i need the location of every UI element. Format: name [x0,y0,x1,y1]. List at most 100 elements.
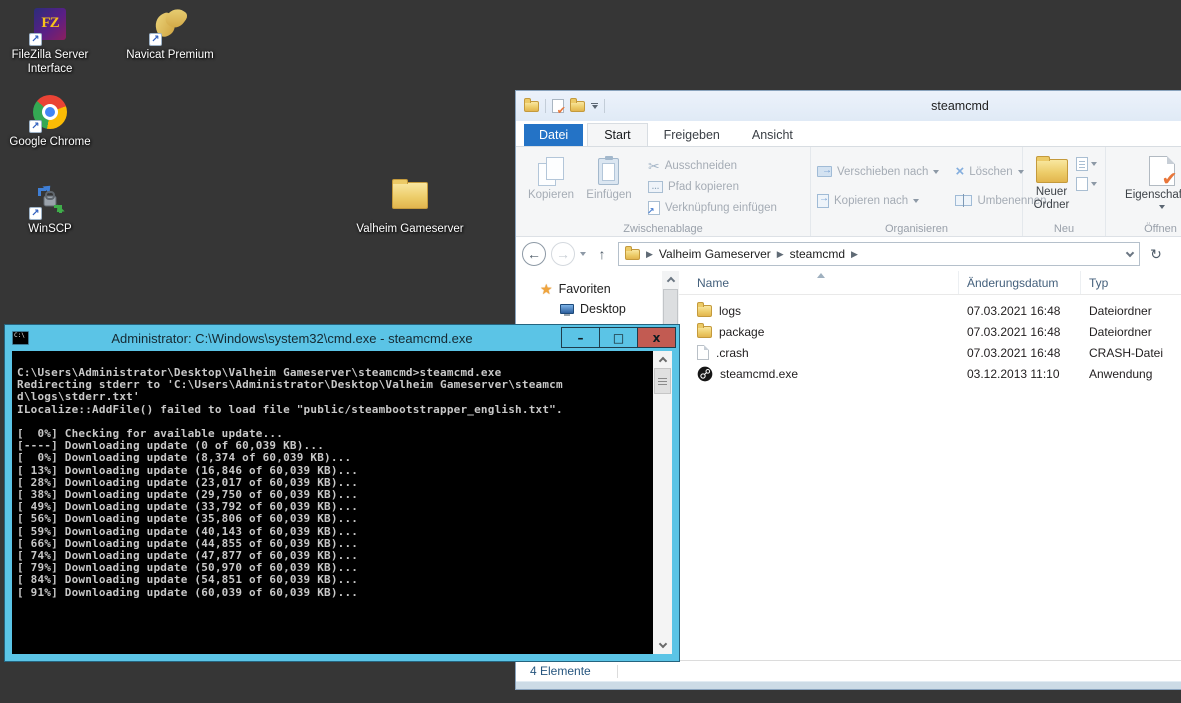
item-count: 4 Elemente [530,664,591,678]
chrome-icon: ↗ [32,95,68,131]
sidebar-item-desktop[interactable]: Desktop [516,299,679,319]
quick-access-toolbar: ✔ [524,99,605,113]
group-label-new: Neu [1023,223,1105,235]
qat-new-folder-icon[interactable] [570,101,585,112]
properties-button[interactable]: ✔ Eigenschaften [1119,153,1181,220]
cmd-window-controls: – □ x [562,327,676,348]
shortcut-arrow-icon: ↗ [29,207,42,220]
copy-to-icon: → [817,194,829,208]
dropdown-arrow-icon [913,199,919,203]
file-row-steamcmd[interactable]: steamcmd.exe 03.12.2013 11:10 Anwendung [679,363,1181,384]
file-row-logs[interactable]: logs 07.03.2021 16:48 Dateiordner [679,300,1181,321]
history-dropdown-icon[interactable] [580,252,586,256]
file-name: logs [719,304,741,318]
copy-button[interactable]: Kopieren [522,153,580,220]
new-item-button[interactable] [1076,157,1097,171]
group-label-clipboard: Zwischenablage [516,223,810,235]
column-header-name[interactable]: Name [679,271,959,294]
minimize-button[interactable]: – [561,327,600,348]
tab-view[interactable]: Ansicht [736,124,809,147]
scroll-up-icon[interactable] [653,351,672,368]
delete-icon: × [955,165,964,179]
ribbon: Kopieren Einfügen ✂ Ausschneiden … Pfad … [516,146,1181,237]
up-button[interactable]: ↑ [591,243,613,265]
folder-icon [697,326,712,338]
breadcrumb-item[interactable]: Valheim Gameserver [659,247,771,261]
navicat-icon: ↗ [152,8,188,44]
column-header-type[interactable]: Typ [1081,271,1181,294]
column-headers: Name Änderungsdatum Typ [679,271,1181,295]
desktop-icon-valheim-gameserver[interactable]: Valheim Gameserver [350,176,470,236]
address-dropdown-icon[interactable] [1126,248,1134,256]
desktop-icon-filezilla[interactable]: FZ ↗ FileZilla Server Interface [0,8,105,76]
desktop-icon-label: WinSCP [0,222,105,236]
ribbon-group-clipboard: Kopieren Einfügen ✂ Ausschneiden … Pfad … [516,147,811,236]
breadcrumb[interactable]: ▶ Valheim Gameserver ▶ steamcmd ▶ [618,242,1140,266]
file-row-package[interactable]: package 07.03.2021 16:48 Dateiordner [679,321,1181,342]
file-type: CRASH-Datei [1081,346,1181,360]
scrollbar-thumb[interactable] [654,368,671,394]
file-date: 07.03.2021 16:48 [959,346,1081,360]
easy-access-icon [1076,177,1088,191]
tab-start[interactable]: Start [587,123,647,147]
forward-button[interactable]: → [551,242,575,266]
file-pane: Name Änderungsdatum Typ logs 07.03.2021 … [679,271,1181,660]
scissors-icon: ✂ [648,159,660,173]
desktop-icon-chrome[interactable]: ↗ Google Chrome [0,95,105,149]
ribbon-group-new: Neuer Ordner Neu [1023,147,1106,236]
group-label-organize: Organisieren [811,223,1022,235]
move-to-button[interactable]: → Verschieben nach [817,161,939,182]
qat-customize-dropdown-icon[interactable] [591,103,598,109]
cmd-window: C:\ Administrator: C:\Windows\system32\c… [4,324,680,662]
cmd-title: Administrator: C:\Windows\system32\cmd.e… [35,331,549,346]
cmd-titlebar[interactable]: C:\ Administrator: C:\Windows\system32\c… [5,325,679,351]
qat-properties-icon[interactable]: ✔ [552,99,564,113]
address-bar: ← → ↑ ▶ Valheim Gameserver ▶ steamcmd ▶ … [516,237,1181,271]
star-icon: ★ [540,282,553,296]
dropdown-arrow-icon [1091,162,1097,166]
file-date: 07.03.2021 16:48 [959,304,1081,318]
back-button[interactable]: ← [522,242,546,266]
paste-shortcut-button[interactable]: ↗ Verknüpfung einfügen [648,197,777,218]
paste-button[interactable]: Einfügen [580,153,638,220]
tab-share[interactable]: Freigeben [648,124,736,147]
copy-path-icon: … [648,181,663,193]
window-folder-icon [524,101,539,112]
file-date: 07.03.2021 16:48 [959,325,1081,339]
file-icon [697,345,709,360]
easy-access-button[interactable] [1076,177,1097,191]
file-type: Dateiordner [1081,325,1181,339]
paste-icon [594,156,624,186]
scroll-down-icon[interactable] [653,637,672,654]
move-to-icon: → [817,166,832,177]
breadcrumb-item[interactable]: steamcmd [790,247,845,261]
sidebar-item-favorites[interactable]: ★ Favoriten [516,279,679,299]
console[interactable]: C:\Users\Administrator\Desktop\Valheim G… [12,351,672,654]
steam-icon [697,366,713,382]
shortcut-arrow-icon: ↗ [149,33,162,46]
group-label-open: Öffnen [1106,223,1181,235]
desktop-icon-navicat[interactable]: ↗ Navicat Premium [115,8,225,62]
dropdown-arrow-icon [933,170,939,174]
winscp-icon: ↗ [32,182,68,218]
file-row-crash[interactable]: .crash 07.03.2021 16:48 CRASH-Datei [679,342,1181,363]
desktop-icon-label: Navicat Premium [115,48,225,62]
window-bottom-frame [516,681,1181,689]
cut-button[interactable]: ✂ Ausschneiden [648,155,777,176]
copy-to-button[interactable]: → Kopieren nach [817,190,939,211]
maximize-button[interactable]: □ [599,327,638,348]
new-folder-icon [1036,159,1068,183]
close-button[interactable]: x [637,327,676,348]
file-name: package [719,325,764,339]
column-header-date[interactable]: Änderungsdatum [959,271,1081,294]
folder-icon [390,182,430,218]
new-folder-button[interactable]: Neuer Ordner [1029,153,1074,220]
scroll-up-icon[interactable] [662,271,679,288]
desktop-icon-winscp[interactable]: ↗ WinSCP [0,182,105,236]
console-scrollbar[interactable] [653,351,672,654]
tab-file[interactable]: Datei [524,124,583,147]
copy-path-button[interactable]: … Pfad kopieren [648,176,777,197]
explorer-titlebar[interactable]: ✔ steamcmd [516,91,1181,121]
shortcut-arrow-icon: ↗ [29,120,42,133]
refresh-button[interactable]: ↻ [1145,243,1167,265]
